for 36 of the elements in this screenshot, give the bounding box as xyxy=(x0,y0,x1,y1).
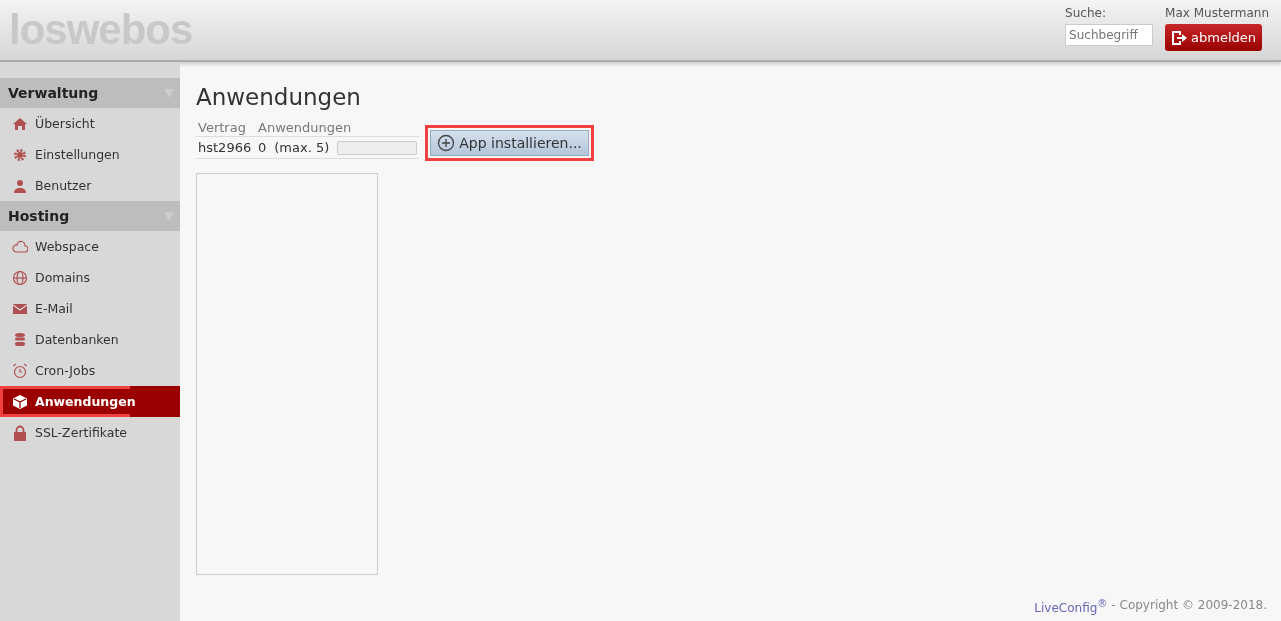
column-header: Vertrag xyxy=(198,120,247,135)
home-icon xyxy=(12,115,28,132)
install-app-button[interactable]: App installieren... xyxy=(430,130,589,156)
user-name: Max Mustermann xyxy=(1165,6,1269,20)
sidebar-item[interactable]: Übersicht xyxy=(0,108,180,139)
column-header: Anwendungen xyxy=(258,120,352,135)
sidebar-item[interactable]: Anwendungen xyxy=(0,386,180,417)
sidebar-item[interactable]: SSL-Zertifikate xyxy=(0,417,180,448)
lock-icon xyxy=(12,424,28,441)
table-cell: (max. 5) xyxy=(274,140,330,155)
copyright-text: - Copyright © 2009-2018. xyxy=(1111,598,1267,614)
logout-button[interactable]: abmelden xyxy=(1165,24,1263,51)
sidebar-section-header[interactable]: Hosting xyxy=(0,201,180,231)
table-cell: 0 xyxy=(258,140,267,155)
logout-icon xyxy=(1171,29,1188,46)
sidebar-section-header[interactable]: Verwaltung xyxy=(0,78,180,108)
plus-icon xyxy=(437,134,456,152)
liveconfig-link[interactable]: LiveConfig$^{®}$ xyxy=(1034,598,1108,615)
gear-icon xyxy=(12,146,28,163)
clock-icon xyxy=(12,362,28,379)
table-cell: hst2966 xyxy=(198,140,250,155)
globe-icon xyxy=(12,269,28,286)
search-field[interactable]: Suchbegriff xyxy=(1065,24,1154,46)
cloud-icon xyxy=(12,238,28,255)
db-icon xyxy=(12,331,28,348)
sidebar-item[interactable]: Einstellungen xyxy=(0,139,180,170)
page-title: Anwendungen xyxy=(196,84,362,110)
user-icon xyxy=(12,177,28,194)
sidebar-item[interactable]: Datenbanken xyxy=(0,324,180,355)
sidebar-item[interactable]: E-Mail xyxy=(0,293,180,324)
box-icon xyxy=(12,393,28,410)
sidebar-item[interactable]: Cron-Jobs xyxy=(0,355,180,386)
sidebar-item[interactable]: Webspace xyxy=(0,231,180,262)
sidebar-item[interactable]: Domains xyxy=(0,262,180,293)
sidebar-item[interactable]: Benutzer xyxy=(0,170,180,201)
search-label: Suche: xyxy=(1065,6,1106,20)
